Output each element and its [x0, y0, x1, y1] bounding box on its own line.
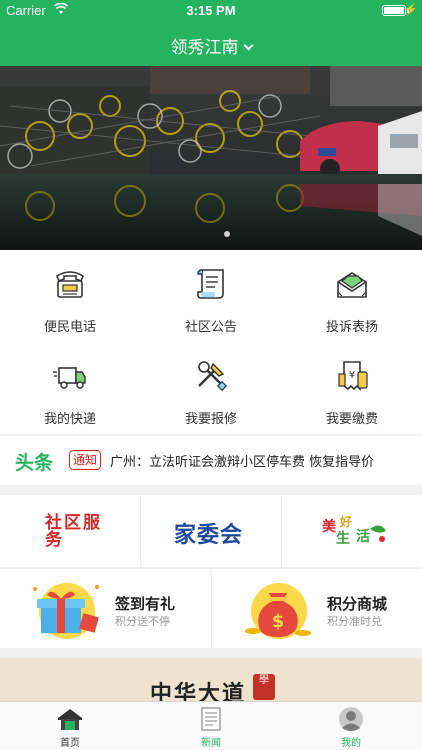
charging-icon: ⚡ [404, 4, 418, 16]
gift-icon [33, 583, 99, 639]
banner-image [0, 66, 422, 250]
brand-row: 社区服务 家委会 美 好 生 活 [0, 495, 422, 567]
money-bag-icon: $ [245, 583, 311, 639]
headline-brand: 头条 [15, 452, 54, 474]
telephone-icon [56, 271, 84, 298]
banner-carousel[interactable] [0, 66, 422, 250]
battery-icon [382, 5, 406, 16]
tab-news[interactable]: 新闻 [141, 702, 281, 750]
tab-home[interactable]: 首页 [0, 702, 140, 750]
seal-stamp: 學 [253, 674, 275, 700]
repair-tools-icon [198, 361, 228, 392]
mail-envelope-icon [337, 272, 367, 298]
checkin-reward-card[interactable]: 签到有礼 积分送不停 [0, 569, 211, 649]
delivery-truck-icon [53, 367, 86, 389]
tab-bar: 首页 新闻 我的 [0, 701, 422, 750]
service-label: 我的快递 [43, 412, 96, 427]
advertisement-banner[interactable]: 中华大道 學 [0, 658, 422, 702]
tab-profile[interactable]: 我的 [281, 702, 421, 750]
headline-text[interactable]: 广州：立法听证会激辩小区停车费 恢复指导价 [110, 451, 374, 470]
community-service-banner[interactable]: 社区服务 [0, 495, 140, 567]
family-committee-logo: 家委会 [174, 523, 244, 548]
promo-subtitle: 积分准时兑 [327, 615, 382, 628]
service-grid: 便民电话 社区公告 投诉表扬 我的快递 我要报修 ¥ 我要缴费 [0, 250, 422, 434]
payment-receipt-icon: ¥ [338, 361, 368, 391]
svg-text:好: 好 [339, 514, 352, 529]
community-name: 领秀江南 [170, 38, 239, 58]
beautiful-life-banner[interactable]: 美 好 生 活 [282, 495, 422, 567]
svg-text:活: 活 [356, 528, 370, 545]
service-label: 我要报修 [184, 412, 237, 427]
carousel-indicator[interactable] [221, 230, 233, 238]
headline-ticker[interactable]: 头条 通知 广州：立法听证会激辩小区停车费 恢复指导价 [0, 435, 422, 485]
service-label: 投诉表扬 [325, 320, 378, 335]
news-icon [201, 707, 221, 731]
promo-title: 签到有礼 [115, 595, 176, 613]
chevron-down-icon [243, 40, 253, 51]
promo-subtitle: 积分送不停 [115, 615, 170, 628]
service-item-notice[interactable]: 社区公告 [141, 250, 281, 342]
profile-icon [339, 707, 363, 731]
family-committee-banner[interactable]: 家委会 [141, 495, 281, 567]
service-item-repair[interactable]: 我要报修 [141, 342, 281, 434]
service-label: 社区公告 [184, 320, 237, 335]
community-selector[interactable]: 领秀江南 [0, 33, 422, 58]
svg-text:$: $ [272, 611, 285, 632]
status-bar: Carrier 3:15 PM ⚡ [0, 0, 422, 22]
tab-label: 我的 [341, 738, 361, 749]
advertisement-title: 中华大道 [150, 681, 247, 702]
svg-text:美: 美 [322, 518, 337, 535]
service-item-express[interactable]: 我的快递 [0, 342, 140, 434]
notice-tag: 通知 [69, 450, 102, 470]
beautiful-life-logo: 美 好 生 活 [322, 514, 386, 547]
service-item-complaint[interactable]: 投诉表扬 [282, 250, 422, 342]
tab-label: 新闻 [201, 738, 221, 749]
service-item-phone[interactable]: 便民电话 [0, 250, 140, 342]
clock: 3:15 PM [186, 3, 236, 18]
service-label: 便民电话 [43, 320, 96, 335]
home-icon [58, 709, 82, 730]
tab-label: 首页 [60, 738, 80, 749]
service-item-payment[interactable]: ¥ 我要缴费 [282, 342, 422, 434]
promo-title: 积分商城 [327, 595, 388, 613]
svg-text:¥: ¥ [349, 370, 355, 381]
community-service-logo: 社区服务 [45, 513, 102, 550]
service-label: 我要缴费 [325, 412, 378, 427]
nav-bar: 领秀江南 [0, 22, 422, 66]
svg-text:生: 生 [336, 530, 350, 547]
notice-scroll-icon [197, 269, 224, 299]
points-mall-card[interactable]: $ 积分商城 积分准时兑 [212, 569, 422, 649]
promo-row: 签到有礼 积分送不停 $ 积分商城 积分准时兑 [0, 568, 422, 649]
